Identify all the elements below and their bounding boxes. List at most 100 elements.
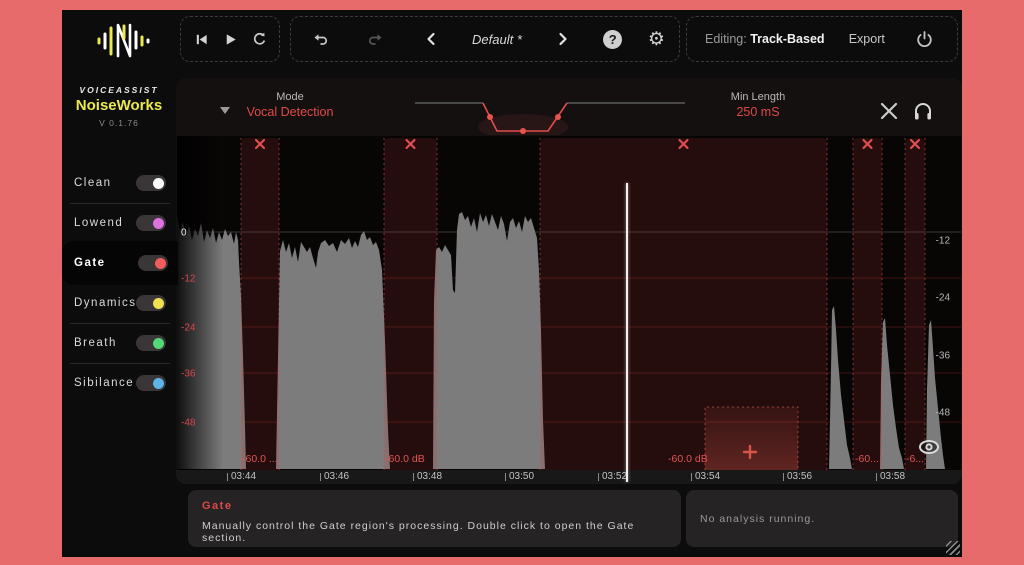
db-scale-right-label: -48 — [936, 408, 951, 419]
timeline-axis: 03:44 03:46 03:48 03:50 03:52 03:54 03:56 03:58 — [176, 470, 962, 484]
mode-label: Mode — [236, 91, 344, 103]
clean-toggle[interactable] — [136, 175, 166, 191]
skip-to-start-button[interactable] — [187, 24, 216, 54]
play-button[interactable] — [216, 24, 245, 54]
min-length-control[interactable]: Min Length 250 mS — [698, 91, 818, 119]
region-threshold-label: -60... — [855, 453, 879, 465]
waveform-display[interactable]: -60.0 ... -60.0 dB -60.0 dB -60... -6... 0 -12… — [177, 136, 961, 470]
analysis-status-card: No analysis running. — [686, 490, 958, 547]
noiseworks-logo-icon — [85, 18, 165, 64]
power-button[interactable] — [909, 24, 939, 54]
preset-bar: Default * ? ⚙ — [290, 16, 680, 62]
toggle-knob — [153, 338, 164, 349]
undo-icon — [312, 31, 329, 48]
timeline-tick: 03:56 — [783, 471, 812, 482]
brand-company: VOICEASSIST — [62, 85, 176, 95]
visibility-eye-icon[interactable] — [920, 441, 938, 453]
gate-envelope-curve[interactable] — [415, 95, 685, 135]
sidebar-item-label: Dynamics — [74, 297, 136, 309]
sidebar-item-lowend[interactable]: Lowend — [62, 203, 176, 243]
timeline-tick: 03:44 — [227, 471, 256, 482]
gate-editor-panel: Mode Vocal Detection Min Length 250 mS — [176, 78, 962, 484]
playhead[interactable] — [626, 183, 628, 482]
timeline-tick: 03:46 — [320, 471, 349, 482]
redo-button[interactable] — [361, 24, 391, 54]
sidebar-item-gate[interactable]: Gate — [62, 241, 178, 285]
db-scale-left-label: 0 — [181, 228, 187, 239]
db-scale-left-label: -36 — [181, 369, 196, 380]
close-section-button[interactable] — [878, 100, 900, 122]
min-length-value: 250 mS — [698, 105, 818, 119]
previous-preset-button[interactable] — [416, 24, 446, 54]
region-threshold-label: -60.0 ... — [242, 453, 278, 465]
timeline-tick: 03:48 — [413, 471, 442, 482]
gate-curve-handle[interactable] — [555, 114, 561, 120]
gate-region[interactable]: -6... — [905, 138, 925, 470]
timeline-tick: 03:58 — [876, 471, 905, 482]
mode-dropdown-arrow-icon[interactable] — [220, 107, 230, 114]
power-icon — [915, 30, 934, 49]
close-icon — [882, 104, 896, 118]
mode-value: Vocal Detection — [236, 105, 344, 119]
breath-toggle[interactable] — [136, 335, 166, 351]
export-button[interactable]: Export — [849, 32, 885, 46]
gate-curve-handle[interactable] — [487, 114, 493, 120]
sidebar-item-dynamics[interactable]: Dynamics — [62, 283, 176, 323]
chevron-right-icon — [557, 32, 569, 46]
gate-info-description: Manually control the Gate region's proce… — [202, 520, 667, 544]
sidebar-item-label: Clean — [74, 177, 112, 189]
toggle-knob — [153, 178, 164, 189]
region-threshold-label: -60.0 dB — [385, 453, 425, 465]
db-scale-left-label: -24 — [181, 323, 196, 334]
undo-button[interactable] — [305, 24, 335, 54]
db-scale-right-label: -36 — [936, 351, 951, 362]
min-length-label: Min Length — [698, 91, 818, 103]
sidebar-item-sibilance[interactable]: Sibilance — [62, 363, 176, 403]
sidebar-item-clean[interactable]: Clean — [62, 163, 176, 203]
gate-region[interactable]: -60.0 ... — [241, 138, 279, 470]
toggle-knob — [153, 378, 164, 389]
help-button[interactable]: ? — [603, 30, 622, 49]
dynamics-toggle[interactable] — [136, 295, 166, 311]
sidebar-item-breath[interactable]: Breath — [62, 323, 176, 363]
window-resize-handle[interactable] — [946, 541, 960, 555]
gate-region[interactable]: -60... — [853, 138, 882, 470]
db-scale-right-label: -12 — [936, 236, 951, 247]
transport-controls — [180, 16, 280, 62]
settings-gear-icon[interactable]: ⚙ — [648, 30, 665, 49]
region-threshold-label: -60.0 dB — [668, 453, 708, 465]
add-region-box[interactable] — [705, 407, 798, 470]
sidebar-item-label: Breath — [74, 337, 117, 349]
chevron-left-icon — [425, 32, 437, 46]
gate-info-title: Gate — [202, 500, 667, 512]
mode-selector[interactable]: Mode Vocal Detection — [236, 91, 344, 119]
timeline-tick: 03:52 — [598, 471, 627, 482]
brand-version: V 0.1.76 — [62, 118, 176, 128]
play-icon — [223, 32, 238, 47]
monitor-button[interactable] — [912, 100, 934, 122]
toggle-knob — [155, 258, 166, 269]
editing-mode-switch[interactable]: Editing: Track-Based — [705, 32, 825, 46]
region-threshold-label: -6... — [906, 453, 924, 465]
db-scale-left-label: -48 — [181, 418, 196, 429]
preset-name[interactable]: Default * — [472, 32, 522, 47]
editing-mode-value: Track-Based — [750, 32, 824, 46]
sibilance-toggle[interactable] — [136, 375, 166, 391]
lowend-toggle[interactable] — [136, 215, 166, 231]
plugin-window: Default * ? ⚙ Editing: Track-Based Expor… — [62, 10, 962, 557]
brand-product: NoiseWorks — [62, 97, 176, 114]
timeline-tick: 03:50 — [505, 471, 534, 482]
loop-button[interactable] — [244, 24, 273, 54]
brand-block: VOICEASSIST NoiseWorks V 0.1.76 — [62, 85, 176, 128]
sidebar-item-label: Sibilance — [74, 377, 134, 389]
sidebar-menu: Clean LowendGate Dynamics Breath Sibilance — [62, 163, 176, 403]
timeline-tick: 03:54 — [691, 471, 720, 482]
loop-icon — [251, 31, 267, 47]
next-preset-button[interactable] — [548, 24, 578, 54]
gate-region[interactable]: -60.0 dB — [384, 138, 437, 470]
session-bar: Editing: Track-Based Export — [686, 16, 958, 62]
gate-toggle[interactable] — [138, 255, 168, 271]
headphones-icon — [915, 104, 931, 120]
gate-curve-handle[interactable] — [520, 128, 526, 134]
waveform-segment — [276, 231, 390, 469]
